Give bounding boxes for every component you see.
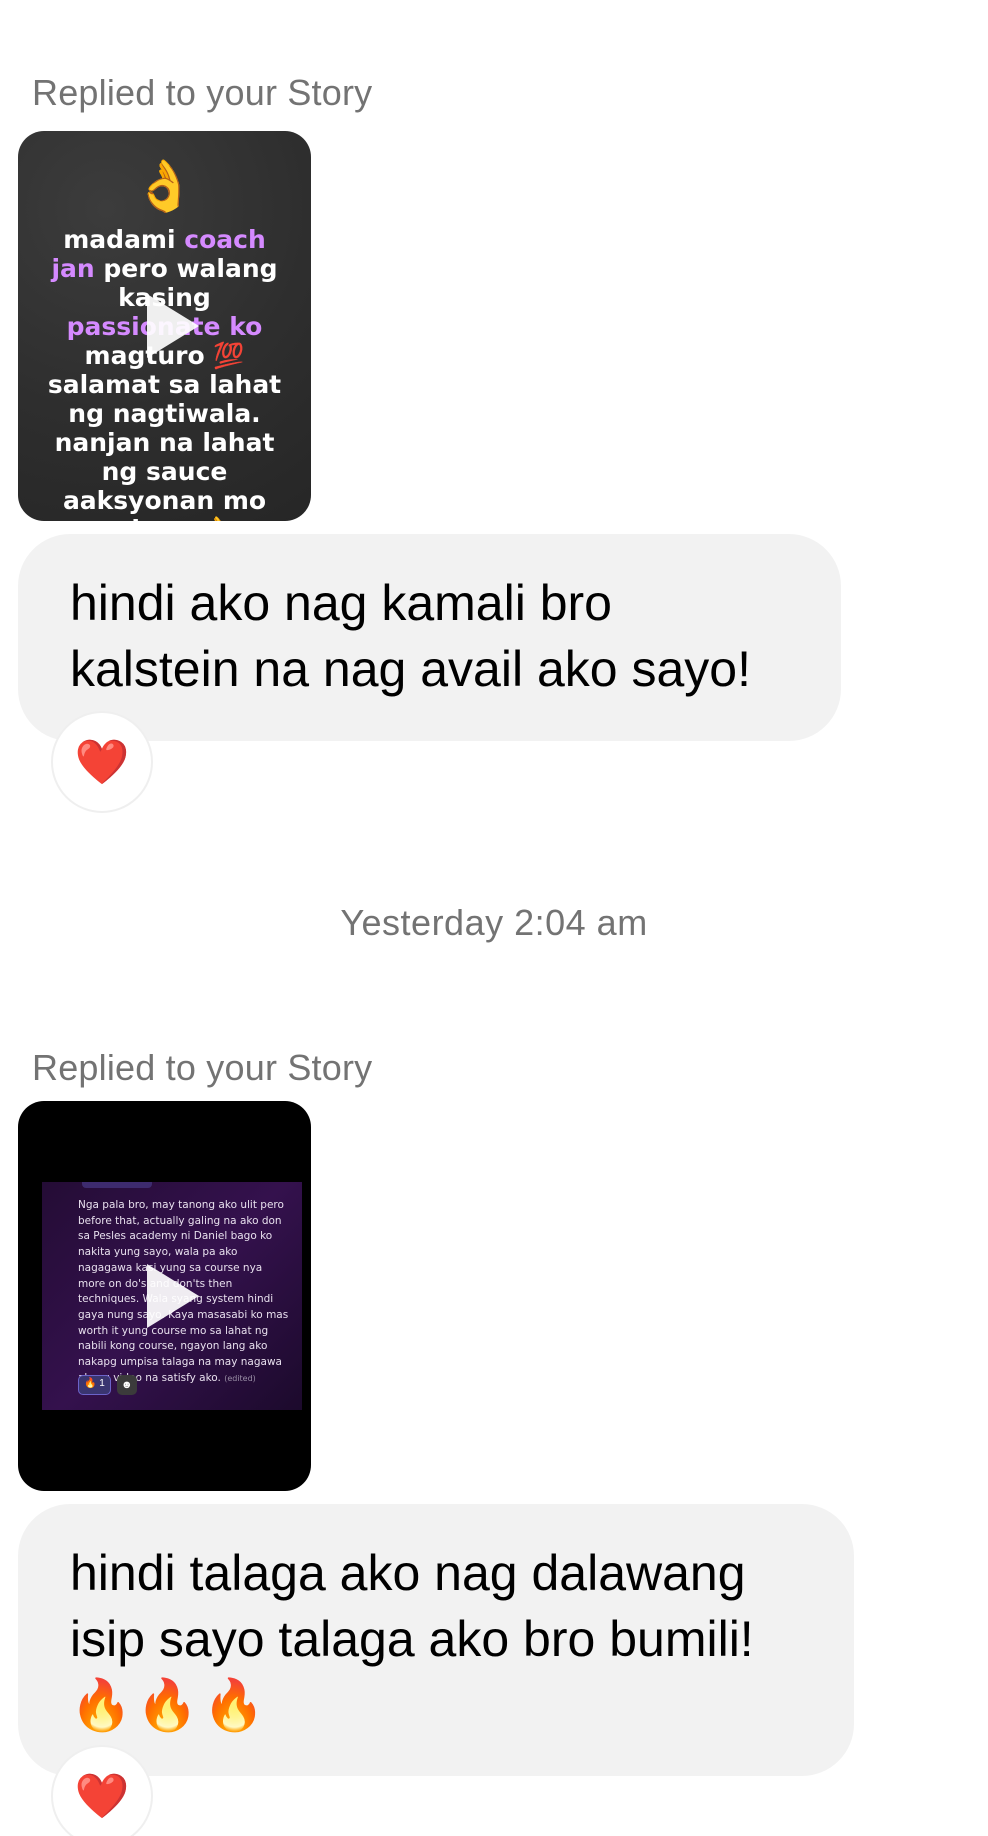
play-icon[interactable] (146, 1264, 199, 1328)
message-bubble[interactable]: hindi talaga ako nag dalawang isip sayo … (18, 1504, 854, 1776)
replied-to-story-label: Replied to your Story (32, 72, 373, 113)
message-text: hindi talaga ako nag dalawang isip sayo … (70, 1545, 754, 1667)
replied-to-story-label: Replied to your Story (32, 1047, 373, 1088)
play-icon[interactable] (146, 294, 199, 358)
story-caption: madami coach jan pero walang kasing pass… (47, 225, 282, 521)
fire-emoji-line: 🔥🔥🔥 (70, 1677, 269, 1733)
heart-reaction-icon[interactable]: ❤️ (51, 711, 153, 813)
fire-reaction-pill: 🔥 1 (78, 1375, 111, 1395)
add-reaction-icon: ☻ (116, 1375, 137, 1395)
message-timestamp: Yesterday 2:04 am (340, 902, 648, 943)
story-preview-video[interactable]: Nga pala bro, may tanong ako ulit pero b… (18, 1101, 311, 1491)
ok-hand-emoji: 👌 (133, 158, 196, 214)
message-bubble[interactable]: hindi ako nag kamali bro kalstein na nag… (18, 534, 841, 741)
screenshot-reactions: 🔥 1 ☻ (78, 1375, 137, 1395)
screenshot-top-bar (82, 1182, 152, 1188)
heart-reaction-icon[interactable]: ❤️ (51, 1745, 153, 1836)
story-preview-video[interactable]: 👌 madami coach jan pero walang kasing pa… (18, 131, 311, 521)
